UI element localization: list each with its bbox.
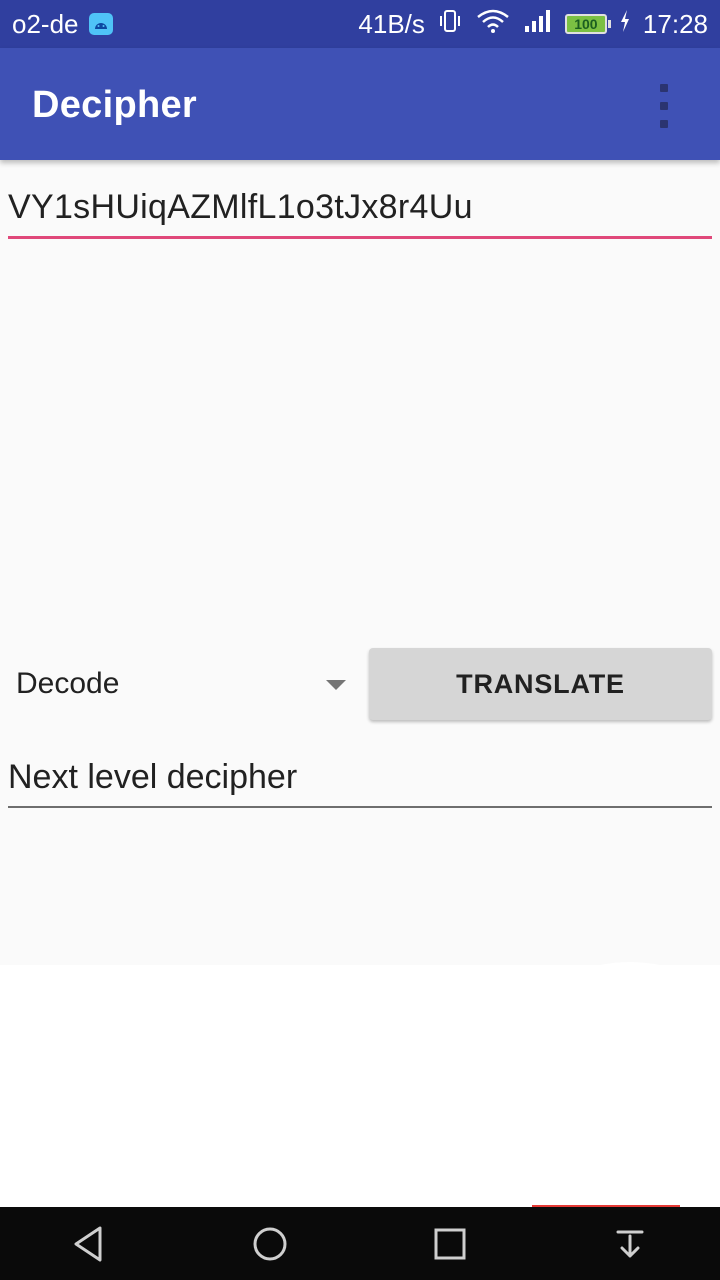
battery-level: 100 xyxy=(574,16,598,32)
dropdown-arrow-icon xyxy=(326,680,346,690)
output-text: Next level decipher xyxy=(8,758,298,796)
translate-button[interactable]: TRANSLATE xyxy=(369,648,712,720)
cipher-input-text: VY1sHUiqAZMlfL1o3tJx8r4Uu xyxy=(8,188,473,226)
output-field[interactable]: Next level decipher xyxy=(8,754,712,808)
charging-icon xyxy=(619,9,631,40)
signal-icon xyxy=(523,8,553,41)
cipher-input-field[interactable]: VY1sHUiqAZMlfL1o3tJx8r4Uu xyxy=(8,184,712,239)
overflow-dot xyxy=(660,102,668,110)
battery-icon: 100 xyxy=(564,14,611,34)
clock: 17:28 xyxy=(642,8,708,39)
app-bar: Decipher xyxy=(0,48,720,160)
torn-edge-shape xyxy=(0,962,720,985)
home-icon[interactable] xyxy=(238,1212,302,1276)
recents-icon[interactable] xyxy=(418,1212,482,1276)
vibrate-icon xyxy=(437,8,463,41)
app-title: Decipher xyxy=(32,84,198,126)
back-icon[interactable] xyxy=(58,1212,122,1276)
overflow-dot xyxy=(660,120,668,128)
overflow-dot xyxy=(660,84,668,92)
status-left: o2-de xyxy=(12,9,113,40)
android-debug-icon xyxy=(88,13,113,35)
navigation-bar xyxy=(0,1207,720,1280)
carrier-label: o2-de xyxy=(12,8,79,39)
status-bar: o2-de 41B/s 100 17:28 xyxy=(0,0,720,48)
mode-spinner[interactable]: Decode xyxy=(8,648,356,720)
lower-blank-area xyxy=(0,962,720,1207)
network-speed: 41B/s xyxy=(358,8,425,39)
notification-pull-icon[interactable] xyxy=(598,1212,662,1276)
wifi-icon xyxy=(475,8,511,41)
overflow-menu-icon[interactable] xyxy=(648,84,680,128)
status-right: 41B/s 100 17:28 xyxy=(358,8,708,41)
mode-spinner-value: Decode xyxy=(16,667,120,700)
